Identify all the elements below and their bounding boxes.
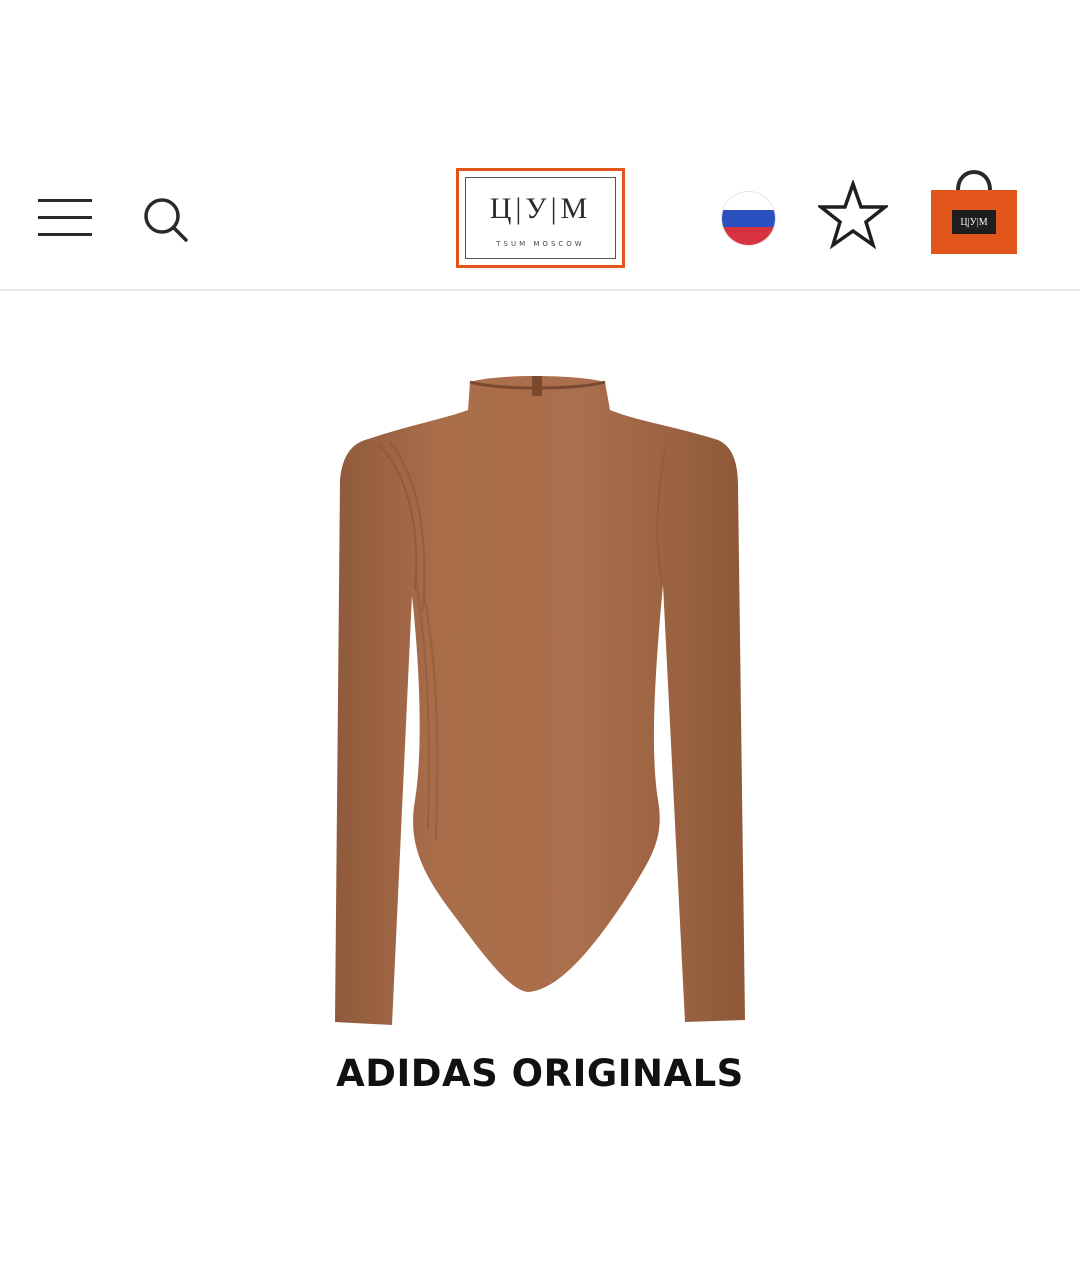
product-image[interactable] [320, 370, 760, 1030]
star-outline-icon[interactable] [815, 178, 891, 250]
header-divider [0, 289, 1080, 291]
svg-text:Ц|У|М: Ц|У|М [960, 217, 987, 228]
logo-letters: Ц|У|М [489, 192, 592, 225]
product-brand[interactable]: ADIDAS ORIGINALS [0, 1052, 1080, 1095]
tsum-logo[interactable]: Ц|У|М TSUM MOSCOW [456, 168, 625, 268]
russia-flag-icon[interactable] [722, 192, 775, 245]
shopping-bag-icon[interactable]: Ц|У|М [926, 160, 1022, 260]
bodysuit-shape [335, 376, 745, 1025]
hamburger-menu-icon[interactable] [36, 195, 96, 241]
logo-subtitle: TSUM MOSCOW [496, 240, 585, 248]
search-icon[interactable] [140, 194, 192, 246]
logo-frame: Ц|У|М TSUM MOSCOW [465, 177, 616, 259]
product-page: Ц|У|М TSUM MOSCOW Ц|У|М ADIDAS ORIGINALS [0, 0, 1080, 1280]
